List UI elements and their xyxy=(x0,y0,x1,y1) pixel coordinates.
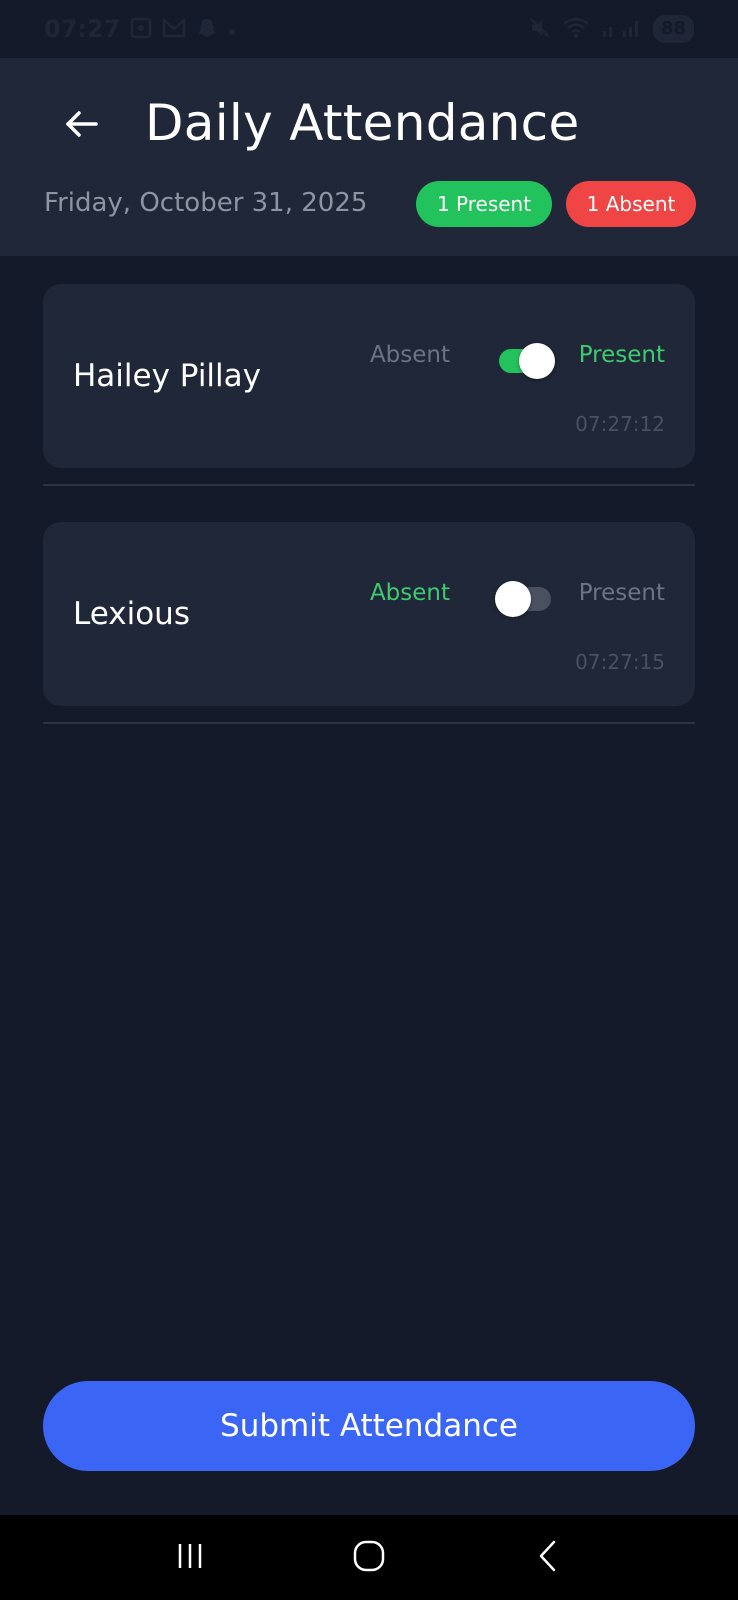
absent-label: Absent xyxy=(369,342,450,368)
attendance-date: Friday, October 31, 2025 xyxy=(44,188,368,218)
student-card: Lexious Absent Present 07:27:15 xyxy=(43,522,695,706)
attendance-screen: 07:27 88 Daily Attendance Friday, Octobe… xyxy=(0,0,738,1600)
system-nav-bar xyxy=(0,1515,738,1600)
toggle-knob xyxy=(519,343,555,379)
status-time: 07:27 xyxy=(44,15,121,43)
toggle-knob xyxy=(495,581,531,617)
mute-icon xyxy=(529,17,551,42)
status-bar-right: 88 xyxy=(529,15,694,43)
present-label: Present xyxy=(578,342,665,368)
student-card: Hailey Pillay Absent Present 07:27:12 xyxy=(43,284,695,468)
status-bar: 07:27 88 xyxy=(0,0,738,58)
battery-indicator: 88 xyxy=(652,15,694,43)
student-name: Hailey Pillay xyxy=(73,358,261,394)
system-back-button[interactable] xyxy=(518,1528,578,1588)
attendance-toggle[interactable] xyxy=(495,341,555,379)
present-label: Present xyxy=(578,580,665,606)
recent-apps-button[interactable] xyxy=(160,1528,220,1588)
status-bar-left: 07:27 xyxy=(44,15,236,43)
student-name: Lexious xyxy=(73,596,190,632)
submit-attendance-button[interactable]: Submit Attendance xyxy=(43,1381,695,1471)
recent-apps-icon xyxy=(175,1541,205,1575)
timestamp: 07:27:12 xyxy=(575,412,665,436)
header: Daily Attendance Friday, October 31, 202… xyxy=(0,58,738,256)
screenshot-icon xyxy=(130,17,152,42)
present-count-badge: 1 Present xyxy=(416,181,552,227)
arrow-left-icon xyxy=(64,109,100,143)
wifi-icon xyxy=(563,17,589,42)
divider xyxy=(43,484,695,486)
attendance-toggle[interactable] xyxy=(495,579,555,617)
chevron-left-icon xyxy=(536,1539,560,1577)
dot-icon xyxy=(228,19,236,39)
timestamp: 07:27:15 xyxy=(575,650,665,674)
gmail-icon xyxy=(162,16,186,41)
signal-icon xyxy=(601,17,641,42)
absent-label: Absent xyxy=(369,580,450,606)
back-button[interactable] xyxy=(60,104,104,148)
page-title: Daily Attendance xyxy=(145,94,580,152)
student-list: Hailey Pillay Absent Present 07:27:12 Le… xyxy=(43,284,695,760)
snapchat-icon xyxy=(196,17,218,42)
home-button[interactable] xyxy=(339,1528,399,1588)
divider xyxy=(43,722,695,724)
home-icon xyxy=(352,1539,386,1577)
absent-count-badge: 1 Absent xyxy=(566,181,696,227)
